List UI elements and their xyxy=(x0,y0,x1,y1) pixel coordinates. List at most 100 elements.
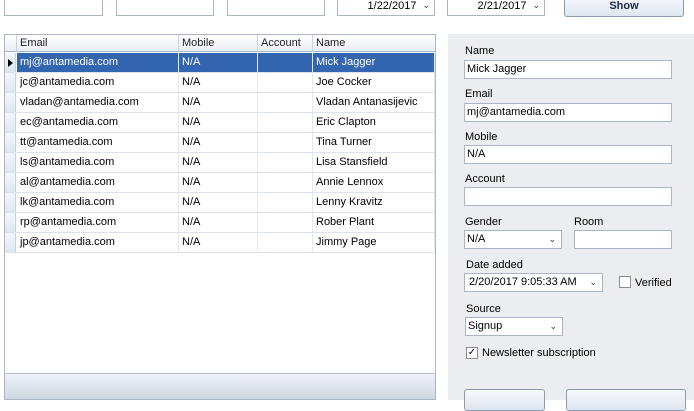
table-row[interactable]: mj@antamedia.com N/A Mick Jagger xyxy=(5,53,435,73)
cell-name[interactable]: Rober Plant xyxy=(313,213,435,232)
column-header-email[interactable]: Email xyxy=(17,35,179,52)
cell-email[interactable]: tt@antamedia.com xyxy=(17,133,179,152)
name-field[interactable]: Mick Jagger xyxy=(464,60,672,79)
cell-mobile[interactable]: N/A xyxy=(179,153,258,172)
row-indicator[interactable] xyxy=(5,193,16,212)
cell-email[interactable]: ec@antamedia.com xyxy=(17,113,179,132)
table-row[interactable]: lk@antamedia.com N/A Lenny Kravitz xyxy=(5,193,435,213)
mobile-field[interactable]: N/A xyxy=(464,145,672,164)
source-label: Source xyxy=(466,303,501,315)
users-grid[interactable]: Email Mobile Account Name mj@antamedia.c… xyxy=(4,34,436,400)
cell-name[interactable]: Tina Turner xyxy=(313,133,435,152)
cell-account[interactable] xyxy=(258,53,313,72)
table-row[interactable]: tt@antamedia.com N/A Tina Turner xyxy=(5,133,435,153)
filter-input-1[interactable] xyxy=(4,0,103,16)
email-field[interactable]: mj@antamedia.com xyxy=(464,103,672,122)
chevron-down-icon[interactable]: ⌄ xyxy=(532,0,540,11)
cell-name[interactable]: Annie Lennox xyxy=(313,173,435,192)
cell-name[interactable]: Jimmy Page xyxy=(313,233,435,252)
cell-account[interactable] xyxy=(258,93,313,112)
newsletter-label: Newsletter subscription xyxy=(482,347,596,359)
cell-name[interactable]: Eric Clapton xyxy=(313,113,435,132)
table-row[interactable]: ec@antamedia.com N/A Eric Clapton xyxy=(5,113,435,133)
cell-account[interactable] xyxy=(258,173,313,192)
cell-account[interactable] xyxy=(258,73,313,92)
column-header-mobile[interactable]: Mobile xyxy=(179,35,258,52)
cell-email[interactable]: rp@antamedia.com xyxy=(17,213,179,232)
column-header-account[interactable]: Account xyxy=(258,35,313,52)
cell-email[interactable]: jc@antamedia.com xyxy=(17,73,179,92)
chevron-down-icon[interactable]: ⌄ xyxy=(549,318,557,335)
column-header-name[interactable]: Name xyxy=(313,35,435,52)
table-row[interactable]: rp@antamedia.com N/A Rober Plant xyxy=(5,213,435,233)
cell-email[interactable]: lk@antamedia.com xyxy=(17,193,179,212)
filter-input-3[interactable] xyxy=(227,0,325,16)
show-button[interactable]: Show xyxy=(564,0,684,17)
action-button-right[interactable] xyxy=(566,389,686,411)
gender-value: N/A xyxy=(467,233,486,245)
room-field[interactable] xyxy=(574,230,672,249)
row-indicator[interactable] xyxy=(5,73,16,92)
row-indicator[interactable] xyxy=(5,213,16,232)
chevron-down-icon[interactable]: ⌄ xyxy=(422,0,430,11)
row-indicator-arrow-icon xyxy=(8,59,13,67)
gender-label: Gender xyxy=(465,216,502,228)
grid-header-corner xyxy=(5,35,17,52)
chevron-down-icon[interactable]: ⌄ xyxy=(589,274,597,291)
cell-mobile[interactable]: N/A xyxy=(179,53,258,72)
cell-mobile[interactable]: N/A xyxy=(179,233,258,252)
name-label: Name xyxy=(465,45,495,57)
cell-account[interactable] xyxy=(258,133,313,152)
table-row[interactable]: ls@antamedia.com N/A Lisa Stansfield xyxy=(5,153,435,173)
row-indicator[interactable] xyxy=(5,173,16,192)
action-button-left[interactable] xyxy=(464,389,545,411)
source-value: Signup xyxy=(468,320,503,332)
gender-select[interactable]: N/A ⌄ xyxy=(464,230,562,249)
cell-name[interactable]: Joe Cocker xyxy=(313,73,435,92)
row-indicator[interactable] xyxy=(5,233,16,252)
row-indicator[interactable] xyxy=(5,113,16,132)
account-field[interactable] xyxy=(464,187,672,206)
date-from-value: 1/22/2017 xyxy=(367,0,417,12)
cell-name[interactable]: Vladan Antanasijevic xyxy=(313,93,435,112)
row-indicator[interactable] xyxy=(5,153,16,172)
table-row[interactable]: jc@antamedia.com N/A Joe Cocker xyxy=(5,73,435,93)
row-indicator[interactable] xyxy=(5,53,16,72)
date-from-picker[interactable]: 1/22/2017 ⌄ xyxy=(337,0,435,16)
table-row[interactable]: jp@antamedia.com N/A Jimmy Page xyxy=(5,233,435,253)
cell-account[interactable] xyxy=(258,213,313,232)
cell-mobile[interactable]: N/A xyxy=(179,213,258,232)
source-select[interactable]: Signup ⌄ xyxy=(465,317,563,336)
cell-mobile[interactable]: N/A xyxy=(179,73,258,92)
cell-name[interactable]: Lenny Kravitz xyxy=(313,193,435,212)
cell-email[interactable]: vladan@antamedia.com xyxy=(17,93,179,112)
cell-email[interactable]: jp@antamedia.com xyxy=(17,233,179,252)
grid-footer xyxy=(5,373,435,399)
room-label: Room xyxy=(574,216,604,228)
cell-mobile[interactable]: N/A xyxy=(179,93,258,112)
chevron-down-icon[interactable]: ⌄ xyxy=(548,231,556,248)
table-row[interactable]: vladan@antamedia.com N/A Vladan Antanasije… xyxy=(5,93,435,113)
cell-account[interactable] xyxy=(258,113,313,132)
verified-checkbox[interactable] xyxy=(619,276,631,288)
cell-name[interactable]: Mick Jagger xyxy=(313,53,435,72)
cell-mobile[interactable]: N/A xyxy=(179,113,258,132)
date-added-value: 2/20/2017 9:05:33 AM xyxy=(469,276,577,288)
newsletter-checkbox[interactable]: ✓ xyxy=(466,347,478,359)
cell-email[interactable]: mj@antamedia.com xyxy=(17,53,179,72)
cell-email[interactable]: al@antamedia.com xyxy=(17,173,179,192)
cell-mobile[interactable]: N/A xyxy=(179,133,258,152)
row-indicator[interactable] xyxy=(5,93,16,112)
cell-account[interactable] xyxy=(258,193,313,212)
cell-email[interactable]: ls@antamedia.com xyxy=(17,153,179,172)
cell-name[interactable]: Lisa Stansfield xyxy=(313,153,435,172)
date-to-picker[interactable]: 2/21/2017 ⌄ xyxy=(447,0,545,16)
filter-input-2[interactable] xyxy=(116,0,214,16)
date-added-picker[interactable]: 2/20/2017 9:05:33 AM ⌄ xyxy=(464,273,603,292)
cell-mobile[interactable]: N/A xyxy=(179,193,258,212)
cell-account[interactable] xyxy=(258,153,313,172)
row-indicator[interactable] xyxy=(5,133,16,152)
table-row[interactable]: al@antamedia.com N/A Annie Lennox xyxy=(5,173,435,193)
cell-account[interactable] xyxy=(258,233,313,252)
cell-mobile[interactable]: N/A xyxy=(179,173,258,192)
